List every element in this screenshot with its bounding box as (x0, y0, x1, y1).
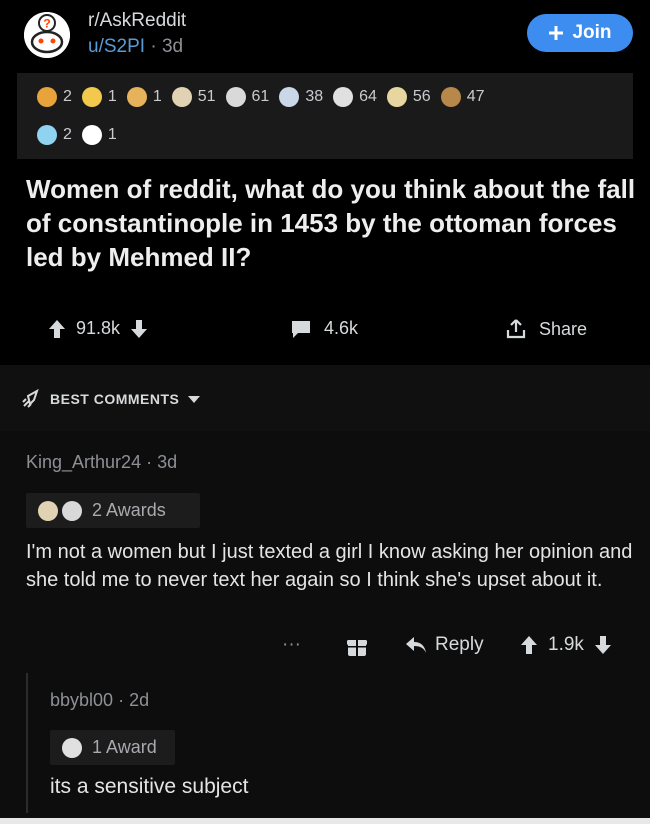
awards-row-2: 21 (37, 125, 127, 145)
hands-award-icon (126, 87, 147, 107)
subreddit-name[interactable]: r/AskReddit (88, 10, 186, 32)
angel-award-icon (37, 125, 57, 145)
upvote-icon[interactable] (48, 319, 66, 339)
award-count: 51 (197, 88, 216, 105)
gold-crown-award-icon (81, 87, 102, 107)
bottom-divider (0, 818, 650, 824)
comment-body: I'm not a women but I just texted a girl… (26, 541, 633, 591)
award-count: 38 (305, 88, 324, 105)
award-count: 2 (63, 88, 72, 105)
award-item: 47 (440, 87, 485, 107)
award-item: 1 (126, 87, 162, 107)
meta-separator: · (146, 452, 153, 472)
comment-awards[interactable]: 2 Awards (26, 493, 200, 528)
reply-author[interactable]: bbybl00 (50, 690, 113, 710)
subreddit-avatar[interactable]: ? (24, 12, 70, 58)
award-count: 1 (107, 126, 117, 143)
award-count: 56 (412, 88, 431, 105)
post-awards[interactable]: 2 1 1 51 61 38 64 56 47 21 (17, 73, 633, 159)
snoo-award-icon (81, 125, 102, 145)
comment-awards-label: 2 Awards (92, 500, 166, 520)
share-button[interactable]: Share (505, 318, 587, 340)
post-author[interactable]: u/S2PI (88, 36, 145, 57)
join-label: Join (572, 22, 612, 43)
reply-age: 2d (129, 690, 150, 710)
comment-count: 4.6k (324, 318, 359, 338)
rocket-like-award-icon (37, 87, 57, 107)
svg-text:?: ? (43, 17, 50, 31)
more-icon: ··· (282, 634, 301, 655)
downvote-icon[interactable] (130, 319, 148, 339)
reply-awards-label: 1 Award (92, 737, 157, 757)
wholesome-award-icon (38, 500, 58, 521)
comment-meta: King_Arthur24 · 3d (26, 452, 177, 473)
award-item: 2 (37, 125, 72, 145)
silver-award-icon (333, 87, 354, 107)
post-vote-count: 91.8k (76, 318, 121, 338)
laughing-award-icon (279, 87, 300, 107)
award-item: 61 (225, 87, 270, 107)
award-item: 2 (37, 87, 72, 107)
award-count: 1 (107, 88, 117, 105)
post-meta: u/S2PI · 3d (88, 36, 183, 58)
upvote-icon[interactable] (520, 635, 538, 655)
award-item: 56 (386, 87, 431, 107)
comment-vote-count: 1.9k (548, 634, 584, 655)
comment-age: 3d (157, 452, 178, 472)
vote-controls: 91.8k (48, 318, 148, 339)
thread-line[interactable] (26, 673, 28, 813)
award-count: 1 (152, 88, 162, 105)
share-icon (506, 319, 526, 339)
post-age: 3d (161, 36, 184, 57)
reply-button[interactable]: Reply (405, 634, 484, 656)
reply-awards[interactable]: 1 Award (50, 730, 175, 765)
award-item: 64 (333, 87, 377, 107)
gift-icon (347, 640, 367, 656)
join-button[interactable]: Join (527, 14, 633, 52)
meta-separator: · (150, 36, 157, 57)
post-title[interactable]: Women of reddit, what do you think about… (26, 172, 636, 274)
wholesome-award-icon (171, 87, 192, 107)
award-item: 38 (279, 87, 323, 107)
comment-thread (0, 431, 650, 824)
bravo-award-icon (62, 500, 82, 521)
reply-label: Reply (435, 634, 484, 655)
bravo-award-icon (225, 87, 246, 107)
award-count: 61 (251, 88, 270, 105)
comment-icon (292, 320, 310, 338)
silver-award-icon (62, 737, 82, 758)
reply-icon (406, 637, 426, 653)
award-item: 1 (81, 87, 117, 107)
meta-separator: · (118, 690, 125, 710)
askreddit-icon: ? (24, 12, 70, 58)
awards-row-1: 2 1 1 51 61 38 64 56 47 (37, 87, 495, 107)
award-count: 47 (466, 88, 485, 105)
more-options-button[interactable]: ··· (282, 634, 301, 656)
caret-down-icon (188, 396, 201, 403)
award-count: 2 (63, 126, 72, 143)
comments-button[interactable]: 4.6k (290, 318, 358, 339)
face-award-icon (386, 87, 407, 107)
sort-dropdown[interactable]: BEST COMMENTS (20, 388, 201, 410)
comment-author[interactable]: King_Arthur24 (26, 452, 141, 472)
reply-body: its a sensitive subject (50, 775, 249, 798)
give-award-button[interactable] (345, 634, 369, 658)
poop-award-icon (440, 87, 461, 107)
rocket-icon (22, 388, 39, 408)
award-count: 64 (359, 88, 377, 105)
sort-label: BEST COMMENTS (50, 391, 180, 407)
downvote-icon[interactable] (594, 635, 612, 655)
plus-icon (549, 26, 564, 40)
award-item: 51 (171, 87, 216, 107)
award-item: 1 (81, 125, 117, 145)
comment-vote-controls: 1.9k (520, 634, 612, 656)
reply-meta: bbybl00 · 2d (50, 690, 149, 711)
share-label: Share (539, 318, 588, 339)
